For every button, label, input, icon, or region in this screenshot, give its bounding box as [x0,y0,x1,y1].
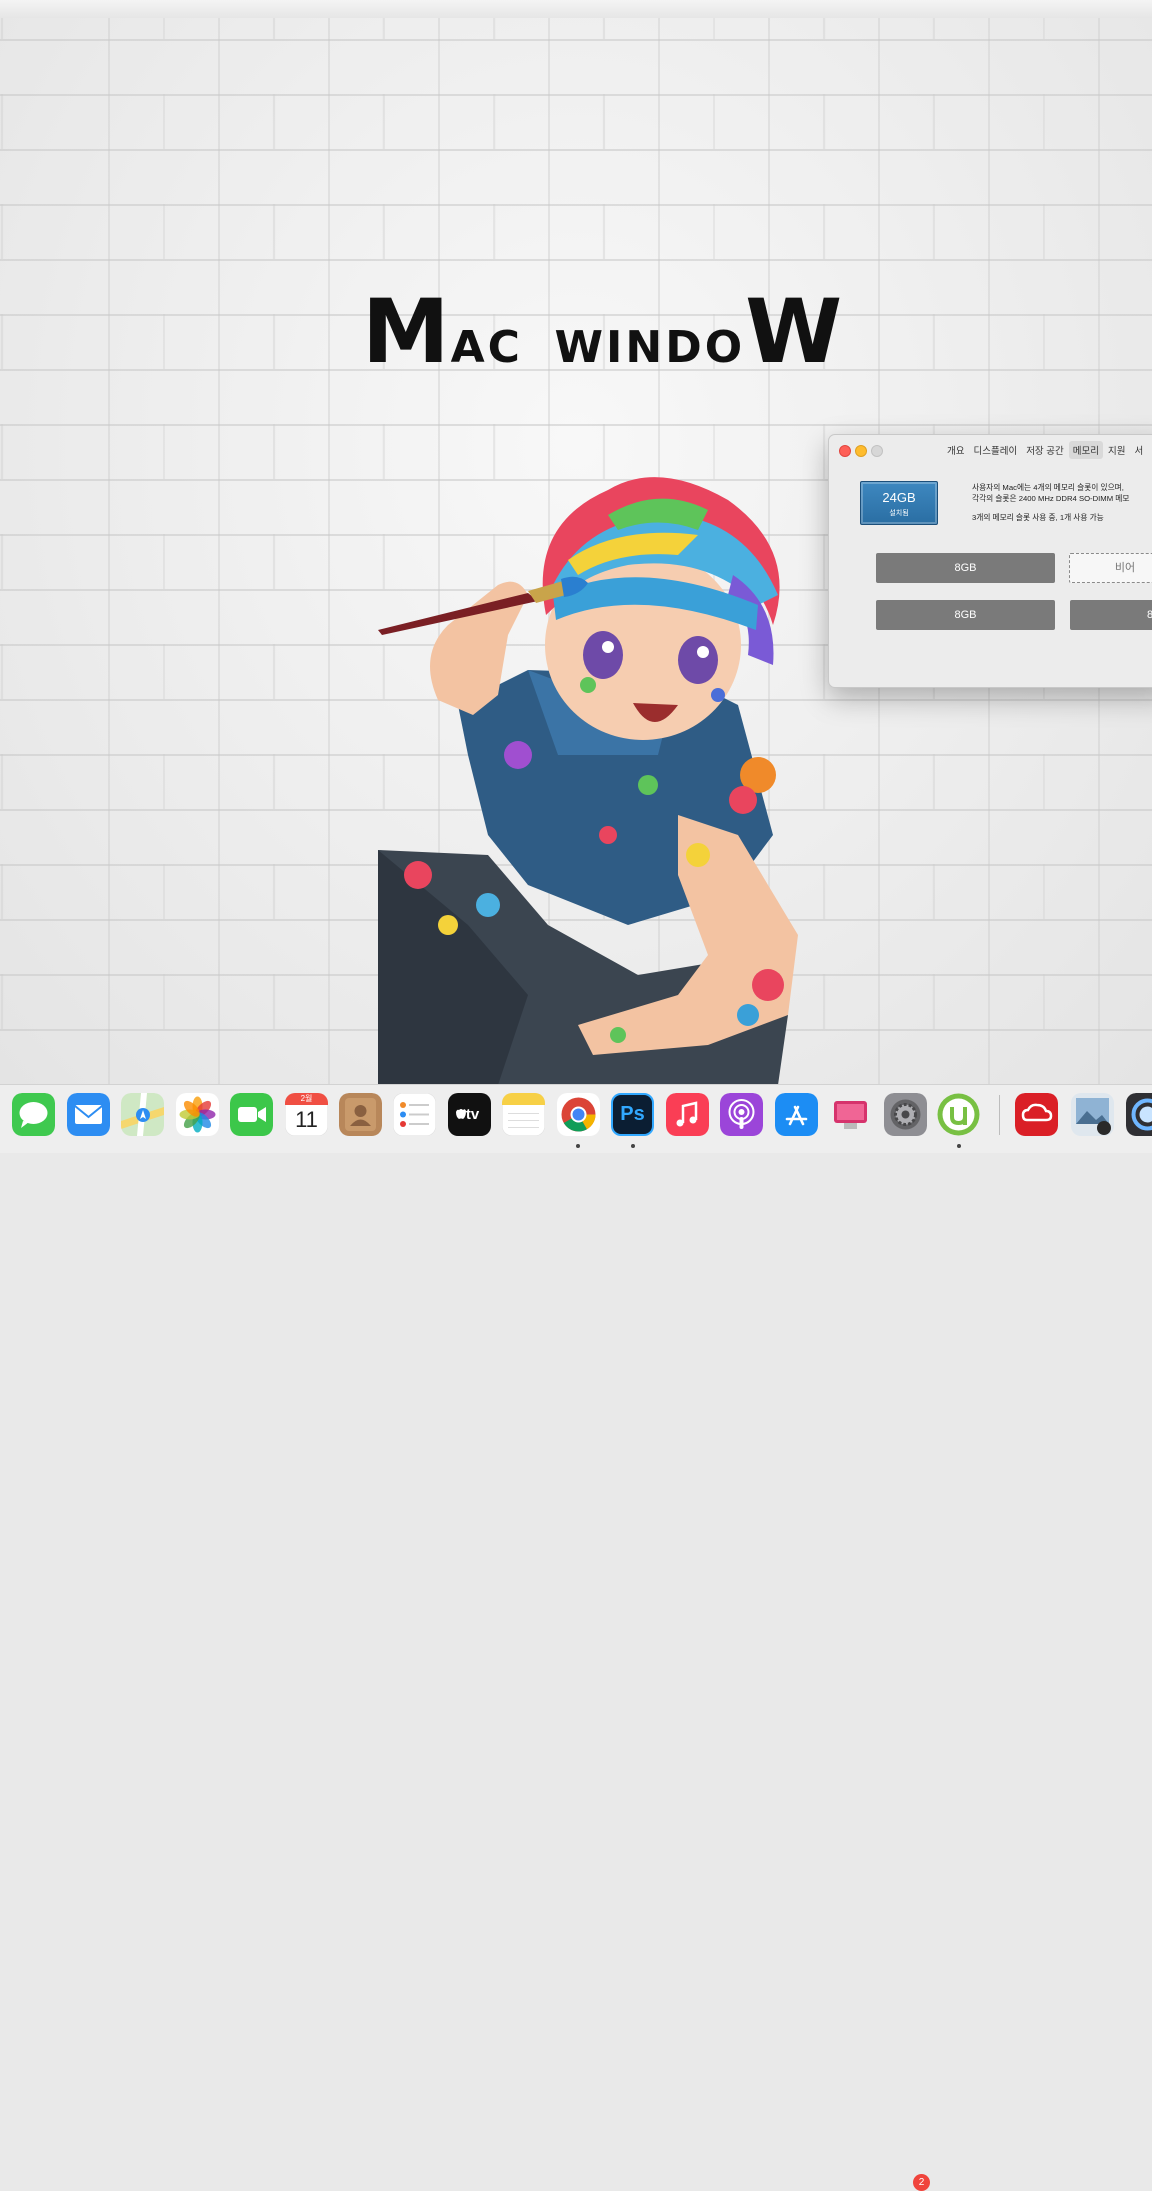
chrome-icon[interactable] [557,1093,600,1136]
tab-storage[interactable]: 저장 공간 [1022,441,1068,459]
chrome-running-indicator [576,1144,580,1148]
quicktime-icon[interactable] [1126,1093,1152,1136]
title-part-windo: WINDO [555,322,746,373]
notes-icon[interactable] [502,1093,545,1136]
creative-cloud-icon[interactable] [1015,1093,1058,1136]
window-titlebar[interactable]: 개요디스플레이저장 공간메모리지원서 [829,435,1152,463]
system-preferences-icon[interactable] [884,1093,927,1136]
window-tabs: 개요디스플레이저장 공간메모리지원서 [943,441,1148,457]
memory-info-line1: 사용자의 Mac에는 4개의 메모리 슬롯이 있으며, [972,482,1129,493]
messages-icon[interactable] [12,1093,55,1136]
painter-boy-illustration [378,455,808,1085]
mail-icon[interactable] [67,1093,110,1136]
memory-slot-4: 8 [1070,600,1152,630]
wallpaper-title: MAC WINDOW [362,280,822,390]
minimize-button[interactable] [855,445,867,457]
podcasts-icon[interactable] [720,1093,763,1136]
memory-info: 사용자의 Mac에는 4개의 메모리 슬롯이 있으며, 각각의 슬롯은 2400… [972,482,1129,523]
memory-total: 24GB [861,490,937,505]
app-store-icon[interactable] [775,1093,818,1136]
tab-overview[interactable]: 개요 [943,441,968,459]
facetime-icon[interactable] [230,1093,273,1136]
menu-bar [0,0,1152,19]
utorrent-icon[interactable] [937,1093,980,1136]
tab-support[interactable]: 지원 [1104,441,1129,459]
reminders-icon[interactable] [393,1093,436,1136]
calendar-icon[interactable]: 2월 11 [285,1093,328,1136]
memory-info-line3: 3개의 메모리 슬롯 사용 중, 1개 사용 가능 [972,512,1129,523]
close-button[interactable] [839,445,851,457]
photoshop-running-indicator [631,1144,635,1148]
zoom-button[interactable] [871,445,883,457]
calendar-month: 2월 [285,1093,328,1105]
utorrent-running-indicator [957,1144,961,1148]
photoshop-icon[interactable]: Ps [611,1093,654,1136]
cleanmymac-icon[interactable] [829,1093,872,1136]
music-icon[interactable] [666,1093,709,1136]
apple-tv-icon[interactable]: tv [448,1093,491,1136]
preview-icon[interactable] [1071,1093,1114,1136]
title-letter-m: M [362,280,451,383]
memory-total-badge: 24GB 설치됨 [860,481,938,525]
contacts-icon[interactable] [339,1093,382,1136]
tab-service[interactable]: 서 [1131,441,1148,459]
tab-memory[interactable]: 메모리 [1069,441,1103,459]
settings-badge: 2 [913,2174,930,2191]
photos-icon[interactable] [176,1093,219,1136]
memory-slot-3: 8GB [876,600,1055,630]
title-letter-w: W [745,280,843,383]
memory-slot-4-label: 8 [1147,600,1152,630]
dock-separator [999,1095,1000,1135]
about-this-mac-window[interactable]: 개요디스플레이저장 공간메모리지원서 24GB 설치됨 사용자의 Mac에는 4… [828,434,1152,688]
memory-info-line2: 각각의 슬롯은 2400 MHz DDR4 SO-DIMM 메모 [972,493,1129,504]
memory-slot-1: 8GB [876,553,1055,583]
memory-slot-2: 비어 [1069,553,1152,583]
dock: 2월 11 tv Ps [0,1084,1152,1153]
memory-status: 설치됨 [861,508,937,518]
tab-displays[interactable]: 디스플레이 [969,441,1021,459]
calendar-day: 11 [285,1106,328,1134]
photoshop-label: Ps [613,1095,652,1134]
maps-icon[interactable] [121,1093,164,1136]
title-part-ac: AC [451,322,523,373]
